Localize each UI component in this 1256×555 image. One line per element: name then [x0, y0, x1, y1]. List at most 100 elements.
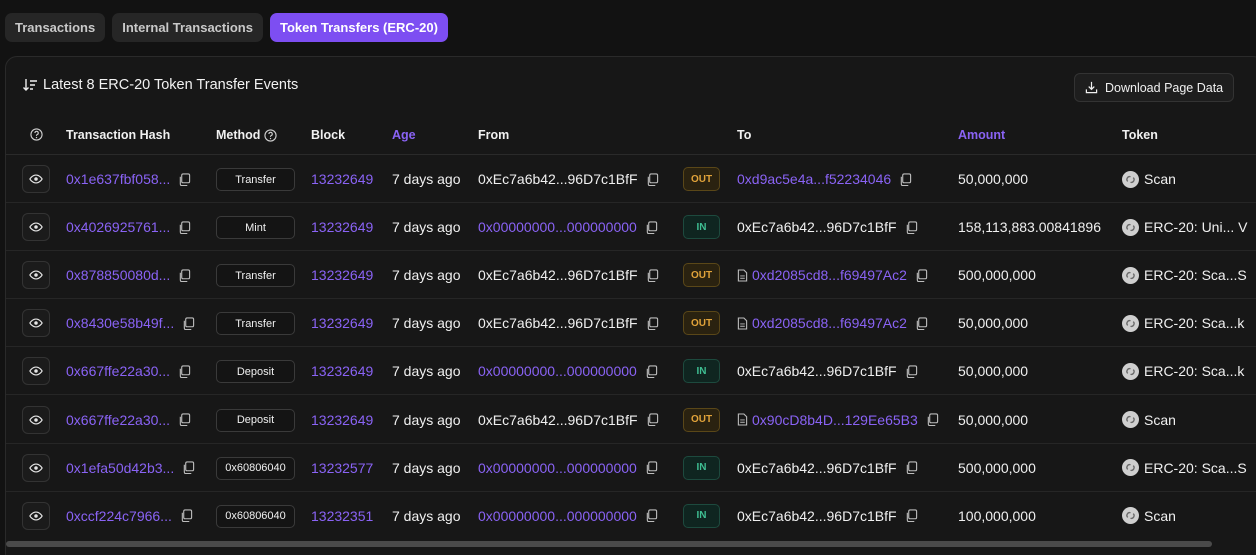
view-details-button[interactable] — [22, 261, 50, 290]
document-icon — [737, 413, 748, 426]
token-name-link[interactable]: ERC-20: Sca...S — [1144, 267, 1247, 283]
from-address[interactable]: 0x00000000...000000000 — [478, 508, 637, 524]
copy-icon[interactable] — [646, 413, 659, 426]
document-icon — [737, 317, 748, 330]
tx-hash-link[interactable]: 0x667ffe22a30... — [66, 412, 170, 428]
copy-icon[interactable] — [899, 172, 912, 186]
copy-icon[interactable] — [646, 317, 659, 330]
block-link[interactable]: 13232649 — [311, 315, 373, 331]
tx-hash-link[interactable]: 0x8430e58b49f... — [66, 315, 174, 331]
amount-value: 500,000,000 — [958, 267, 1036, 284]
table-row: 0x667ffe22a30... Deposit 13232649 7 days ag… — [6, 396, 1256, 444]
copy-icon[interactable] — [905, 509, 918, 523]
to-address: 0xEc7a6b42...96D7c1BfF — [737, 507, 897, 524]
tab-bar: Transactions Internal Transactions Token… — [5, 13, 448, 42]
copy-icon[interactable] — [178, 269, 191, 282]
method-badge: Transfer — [216, 312, 295, 336]
copy-icon[interactable] — [178, 172, 191, 186]
token-name-link[interactable]: Scan — [1144, 171, 1176, 187]
tx-hash-link[interactable]: 0xccf224c7966... — [66, 508, 172, 524]
copy-icon[interactable] — [646, 269, 659, 282]
block-link[interactable]: 13232577 — [311, 460, 373, 476]
from-address[interactable]: 0x00000000...000000000 — [478, 460, 637, 476]
amount-value: 50,000,000 — [958, 171, 1029, 187]
to-address[interactable]: 0xd2085cd8...f69497Ac2 — [752, 267, 907, 283]
amount-value: 100,000,000 — [958, 507, 1036, 524]
copy-icon[interactable] — [926, 413, 939, 426]
block-link[interactable]: 13232649 — [311, 219, 373, 235]
from-address[interactable]: 0x00000000...000000000 — [478, 219, 637, 235]
tab-internal-transactions[interactable]: Internal Transactions — [112, 13, 263, 42]
age-text: 7 days ago — [392, 267, 461, 284]
col-age[interactable]: Age — [392, 128, 416, 142]
tx-hash-link[interactable]: 0x667ffe22a30... — [66, 363, 170, 379]
copy-icon[interactable] — [182, 461, 195, 475]
to-address[interactable]: 0xd2085cd8...f69497Ac2 — [752, 315, 907, 331]
eye-icon — [29, 511, 43, 521]
block-link[interactable]: 13232351 — [311, 508, 373, 524]
to-address[interactable]: 0x90cD8b4D...129Ee65B3 — [752, 412, 918, 428]
eye-icon — [29, 318, 43, 328]
col-amount[interactable]: Amount — [958, 128, 1005, 142]
view-details-button[interactable] — [22, 309, 50, 338]
token-name-link[interactable]: ERC-20: Sca...k — [1144, 363, 1244, 379]
copy-icon[interactable] — [905, 220, 918, 234]
eye-icon — [29, 414, 43, 425]
to-address: 0xEc7a6b42...96D7c1BfF — [737, 363, 897, 380]
copy-icon[interactable] — [178, 365, 191, 378]
view-details-button[interactable] — [22, 405, 50, 434]
col-tx-hash: Transaction Hash — [66, 128, 171, 142]
method-badge: 0x60806040 — [216, 456, 295, 480]
from-address: 0xEc7a6b42...96D7c1BfF — [478, 171, 638, 187]
tx-hash-link[interactable]: 0x878850080d... — [66, 267, 170, 283]
copy-icon[interactable] — [905, 365, 918, 378]
tx-hash-link[interactable]: 0x1efa50d42b3... — [66, 460, 174, 476]
block-link[interactable]: 13232649 — [311, 171, 373, 187]
token-name-link[interactable]: Scan — [1144, 412, 1176, 428]
token-logo-icon — [1122, 459, 1139, 477]
block-link[interactable]: 13232649 — [311, 412, 373, 428]
view-details-button[interactable] — [22, 357, 50, 386]
view-details-button[interactable] — [22, 453, 50, 482]
age-text: 7 days ago — [392, 459, 461, 476]
copy-icon[interactable] — [645, 461, 658, 475]
from-address[interactable]: 0x00000000...000000000 — [478, 363, 637, 379]
copy-icon[interactable] — [178, 413, 191, 426]
token-logo-icon — [1122, 411, 1139, 428]
direction-badge: IN — [683, 503, 720, 528]
amount-value: 158,113,883.00841896 — [958, 219, 1101, 236]
copy-icon[interactable] — [180, 509, 193, 523]
tx-hash-link[interactable]: 0x4026925761... — [66, 219, 170, 235]
copy-icon[interactable] — [178, 220, 191, 234]
token-name-link[interactable]: ERC-20: Sca...S — [1144, 460, 1247, 476]
age-text: 7 days ago — [392, 411, 461, 428]
block-link[interactable]: 13232649 — [311, 267, 373, 283]
question-circle-icon[interactable] — [264, 128, 278, 142]
view-details-button[interactable] — [22, 165, 50, 193]
view-details-button[interactable] — [22, 213, 50, 242]
tx-hash-link[interactable]: 0x1e637fbf058... — [66, 171, 170, 187]
copy-icon[interactable] — [182, 317, 195, 330]
eye-icon — [29, 463, 43, 473]
tab-transactions[interactable]: Transactions — [5, 13, 106, 42]
token-name-link[interactable]: ERC-20: Sca...k — [1144, 315, 1244, 331]
to-address: 0xEc7a6b42...96D7c1BfF — [737, 459, 897, 476]
to-address[interactable]: 0xd9ac5e4a...f52234046 — [737, 171, 891, 187]
copy-icon[interactable] — [646, 172, 659, 186]
question-circle-icon[interactable] — [30, 128, 43, 141]
copy-icon[interactable] — [905, 461, 918, 475]
token-name-link[interactable]: Scan — [1144, 508, 1176, 524]
tab-token-transfers[interactable]: Token Transfers (ERC-20) — [269, 13, 448, 42]
block-link[interactable]: 13232649 — [311, 363, 373, 379]
download-page-data-button[interactable]: Download Page Data — [1074, 73, 1235, 102]
token-name-link[interactable]: ERC-20: Uni... V — [1144, 219, 1247, 235]
horizontal-scrollbar[interactable] — [6, 541, 1212, 547]
copy-icon[interactable] — [915, 269, 928, 282]
copy-icon[interactable] — [645, 365, 658, 378]
copy-icon[interactable] — [645, 220, 658, 234]
view-details-button[interactable] — [22, 501, 50, 530]
copy-icon[interactable] — [645, 509, 658, 523]
age-text: 7 days ago — [392, 171, 461, 187]
sort-descending-icon — [23, 79, 37, 91]
copy-icon[interactable] — [915, 317, 928, 330]
